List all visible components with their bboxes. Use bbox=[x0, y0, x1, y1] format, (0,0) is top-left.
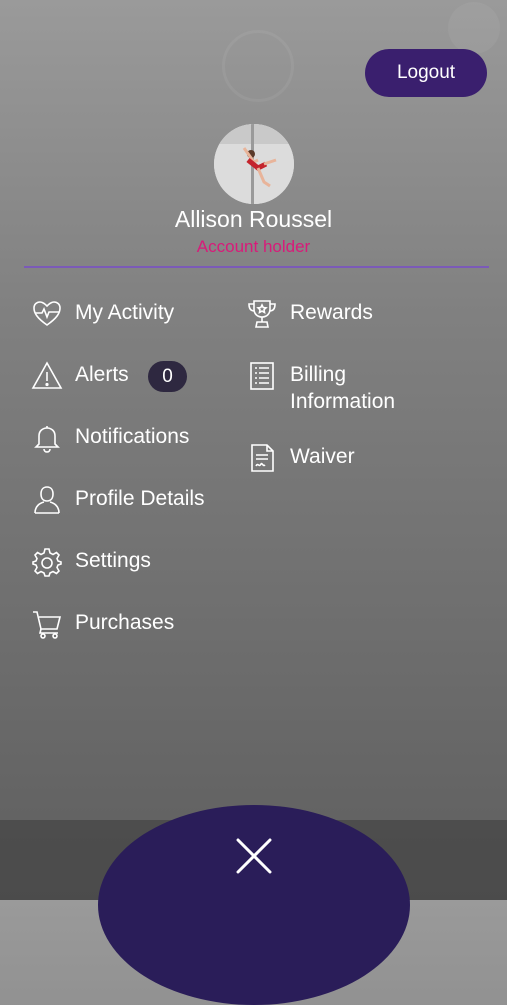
person-icon bbox=[31, 484, 63, 516]
warning-icon bbox=[31, 360, 63, 392]
menu-item-purchases[interactable]: Purchases bbox=[31, 608, 174, 640]
menu-item-alerts[interactable]: Alerts bbox=[31, 360, 129, 392]
menu-item-rewards[interactable]: Rewards bbox=[246, 298, 373, 330]
background-logo-ghost bbox=[222, 30, 294, 102]
menu-label-profile-details: Profile Details bbox=[75, 487, 205, 510]
document-signature-icon bbox=[246, 442, 278, 474]
menu-label-rewards: Rewards bbox=[290, 301, 373, 324]
menu-label-my-activity: My Activity bbox=[75, 301, 175, 324]
bell-icon bbox=[31, 422, 63, 454]
menu-item-billing-information[interactable]: Billing Information bbox=[246, 360, 395, 415]
close-icon bbox=[236, 838, 272, 874]
heart-pulse-icon bbox=[31, 298, 63, 330]
document-list-icon bbox=[246, 360, 278, 392]
menu-item-notifications[interactable]: Notifications bbox=[31, 422, 189, 454]
menu-label-notifications: Notifications bbox=[75, 425, 190, 448]
menu-label-settings: Settings bbox=[75, 549, 151, 572]
divider bbox=[24, 266, 489, 268]
logout-button[interactable]: Logout bbox=[365, 49, 487, 97]
menu-item-my-activity[interactable]: My Activity bbox=[31, 298, 174, 330]
menu-label-alerts: Alerts bbox=[75, 363, 129, 386]
close-menu-button[interactable] bbox=[231, 833, 277, 879]
menu-item-profile-details[interactable]: Profile Details bbox=[31, 484, 205, 516]
menu-label-billing-information: Billing Information bbox=[290, 363, 396, 413]
cart-icon bbox=[31, 608, 63, 640]
gear-icon bbox=[31, 546, 63, 578]
user-name: Allison Roussel bbox=[174, 206, 333, 232]
menu-label-waiver: Waiver bbox=[290, 445, 355, 468]
menu-item-waiver[interactable]: Waiver bbox=[246, 442, 355, 474]
menu-item-settings[interactable]: Settings bbox=[31, 546, 151, 578]
user-role: Account holder bbox=[196, 237, 311, 256]
trophy-icon bbox=[246, 298, 278, 330]
alerts-count-badge: 0 bbox=[148, 361, 187, 392]
background-avatar-ghost bbox=[448, 2, 500, 54]
avatar bbox=[214, 124, 294, 204]
menu-label-purchases: Purchases bbox=[75, 611, 175, 634]
